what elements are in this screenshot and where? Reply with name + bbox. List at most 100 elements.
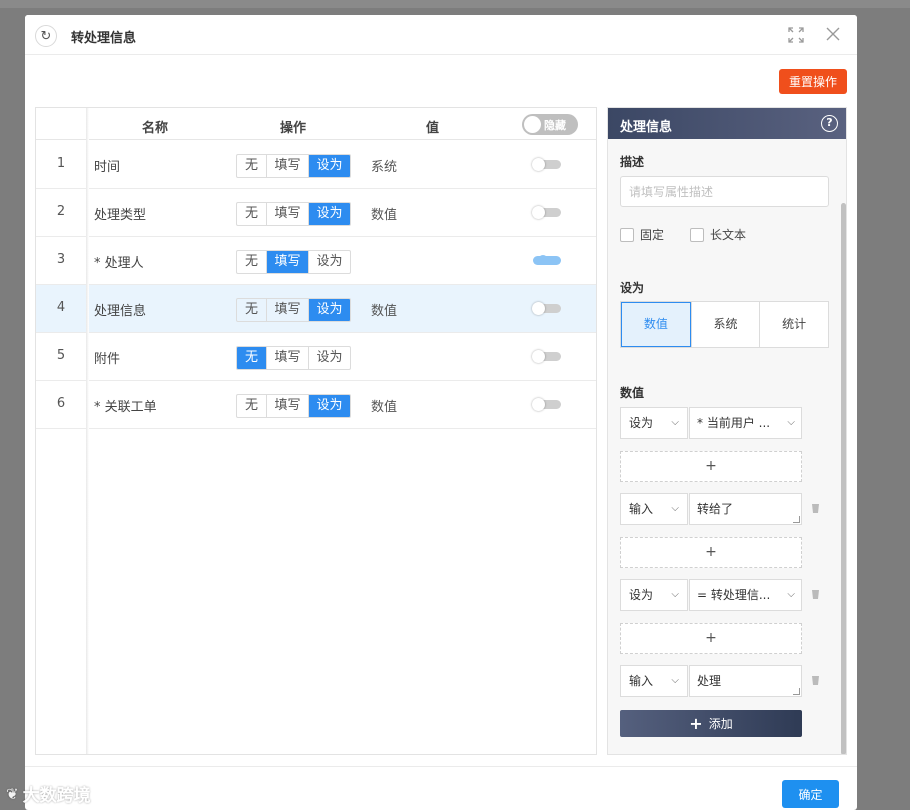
value-mode-select-2[interactable]: 输入 ⌵ <box>620 493 688 525</box>
value-mode-1: 设为 <box>629 416 654 430</box>
operation-option[interactable]: 设为 <box>308 299 350 321</box>
row-hide-toggle[interactable] <box>532 398 561 411</box>
operation-option[interactable]: 填写 <box>266 251 308 273</box>
chevron-down-icon: ⌵ <box>671 417 679 428</box>
value-text-1: * 当前用户 ... <box>697 416 771 430</box>
operation-option[interactable]: 设为 <box>308 347 350 369</box>
table-row[interactable]: 5 附件 无填写 设为 <box>36 333 596 381</box>
fixed-checkbox-label: 固定 <box>640 228 665 242</box>
operation-segmented: 无填写 设为 <box>236 154 351 178</box>
table-row[interactable]: 4 处理信息 无填写 设为 数值 <box>36 285 596 333</box>
resize-handle-icon[interactable] <box>793 516 800 523</box>
fields-table: 名称 操作 值 隐藏 1 时间无填写 设为 系统 2 处理类型无填写 设为 数值 3 * 处理人无… <box>35 107 597 755</box>
operation-option[interactable]: 无 <box>237 203 266 225</box>
add-value-label: 添加 <box>708 717 733 731</box>
fullscreen-icon[interactable] <box>788 27 804 43</box>
operation-segmented: 无填写 设为 <box>236 298 351 322</box>
operation-option[interactable]: 无 <box>237 299 266 321</box>
insert-value-button-1[interactable]: + <box>620 451 802 482</box>
trash-icon[interactable] <box>810 673 821 686</box>
table-row[interactable]: 2 处理类型 无填写 设为 数值 <box>36 189 596 237</box>
setas-option-system[interactable]: 系统 <box>690 302 760 347</box>
operation-option[interactable]: 填写 <box>266 395 308 417</box>
operation-option[interactable]: 填写 <box>266 203 308 225</box>
operation-option[interactable]: 设为 <box>308 251 350 273</box>
hide-toggle[interactable]: 隐藏 <box>522 114 578 135</box>
close-icon[interactable] <box>825 26 841 42</box>
value-text-4: 处理 <box>697 674 722 688</box>
operation-option[interactable]: 填写 <box>266 299 308 321</box>
value-input-2[interactable]: 转给了 <box>689 493 802 525</box>
row-hide-toggle[interactable] <box>533 255 561 265</box>
refresh-icon[interactable]: ↻ <box>35 25 57 47</box>
row-hide-toggle[interactable] <box>532 206 561 219</box>
row-hide-toggle[interactable] <box>532 158 561 171</box>
panel-scrollbar[interactable] <box>841 203 846 754</box>
trash-icon[interactable] <box>810 501 821 514</box>
hide-toggle-label: 隐藏 <box>544 119 566 132</box>
value-mode-select-3[interactable]: 设为 ⌵ <box>620 579 688 611</box>
toggle-knob <box>532 302 545 315</box>
operation-option[interactable]: 无 <box>237 395 266 417</box>
row-hide-toggle[interactable] <box>532 302 561 315</box>
value-mode-select-1[interactable]: 设为 ⌵ <box>620 407 688 439</box>
insert-value-button-2[interactable]: + <box>620 537 802 568</box>
operation-option[interactable]: 设为 <box>308 395 350 417</box>
watermark-logo-icon: ❦ <box>6 784 19 803</box>
operation-option[interactable]: 无 <box>237 347 266 369</box>
value-input-4[interactable]: 处理 <box>689 665 802 697</box>
longtext-checkbox-box[interactable] <box>690 227 704 242</box>
row-field-name: 处理类型 <box>94 208 147 223</box>
chevron-down-icon: ⌵ <box>785 408 795 438</box>
row-value: 数值 <box>371 208 398 223</box>
row-field-name: 处理信息 <box>94 304 147 319</box>
backdrop <box>0 0 910 8</box>
fixed-checkbox[interactable]: 固定 <box>620 226 664 243</box>
description-input[interactable] <box>620 176 829 207</box>
confirm-button[interactable]: 确定 <box>782 780 839 808</box>
setas-option-value[interactable]: 数值 <box>621 302 691 347</box>
table-row[interactable]: 1 时间 无填写 设为 系统 <box>36 141 596 189</box>
row-field-name: 时间 <box>94 160 121 175</box>
row-hide-toggle[interactable] <box>532 350 561 363</box>
table-header: 名称 操作 值 隐藏 <box>36 108 596 140</box>
operation-segmented: 无填写 设为 <box>236 202 351 226</box>
operation-segmented: 无填写 设为 <box>236 250 351 274</box>
value-mode-select-4[interactable]: 输入 ⌵ <box>620 665 688 697</box>
insert-value-button-3[interactable]: + <box>620 623 802 654</box>
value-select-3[interactable]: = 转处理信... ⌵ <box>689 579 802 611</box>
toggle-knob <box>532 158 545 171</box>
trash-icon[interactable] <box>810 587 821 600</box>
setas-option-stats[interactable]: 统计 <box>759 302 828 347</box>
add-value-button[interactable]: + 添加 <box>620 710 802 737</box>
fixed-checkbox-box[interactable] <box>620 227 634 242</box>
property-panel: 处理信息 ? 描述 固定 长文本 设为 数值 系统 统计 数值 设为 ⌵ * 当… <box>607 107 847 755</box>
value-text-2: 转给了 <box>697 502 734 516</box>
toggle-knob <box>524 116 541 133</box>
operation-option[interactable]: 无 <box>237 155 266 177</box>
operation-option[interactable]: 无 <box>237 251 266 273</box>
toggle-knob <box>538 255 548 265</box>
operation-option[interactable]: 填写 <box>266 347 308 369</box>
value-text-3: = 转处理信... <box>697 588 771 602</box>
resize-handle-icon[interactable] <box>793 688 800 695</box>
operation-option[interactable]: 填写 <box>266 155 308 177</box>
table-row[interactable]: 3 * 处理人 无填写 设为 <box>36 237 596 285</box>
reset-operation-button[interactable]: 重置操作 <box>779 69 847 94</box>
value-mode-3: 设为 <box>629 588 654 602</box>
help-icon[interactable]: ? <box>821 115 838 132</box>
toggle-knob <box>532 206 545 219</box>
modal-title: 转处理信息 <box>71 31 137 46</box>
table-row[interactable]: 6 * 关联工单 无填写 设为 数值 <box>36 381 596 429</box>
plus-icon: + <box>689 714 703 733</box>
operation-option[interactable]: 设为 <box>308 155 350 177</box>
row-index: 4 <box>56 300 66 315</box>
value-select-1[interactable]: * 当前用户 ... ⌵ <box>689 407 802 439</box>
index-column-divider <box>86 108 89 754</box>
operation-option[interactable]: 设为 <box>308 203 350 225</box>
row-index: 2 <box>56 204 66 219</box>
chevron-down-icon: ⌵ <box>671 503 679 514</box>
row-value: 数值 <box>371 400 398 415</box>
row-index: 5 <box>56 348 66 363</box>
longtext-checkbox[interactable]: 长文本 <box>690 226 746 243</box>
